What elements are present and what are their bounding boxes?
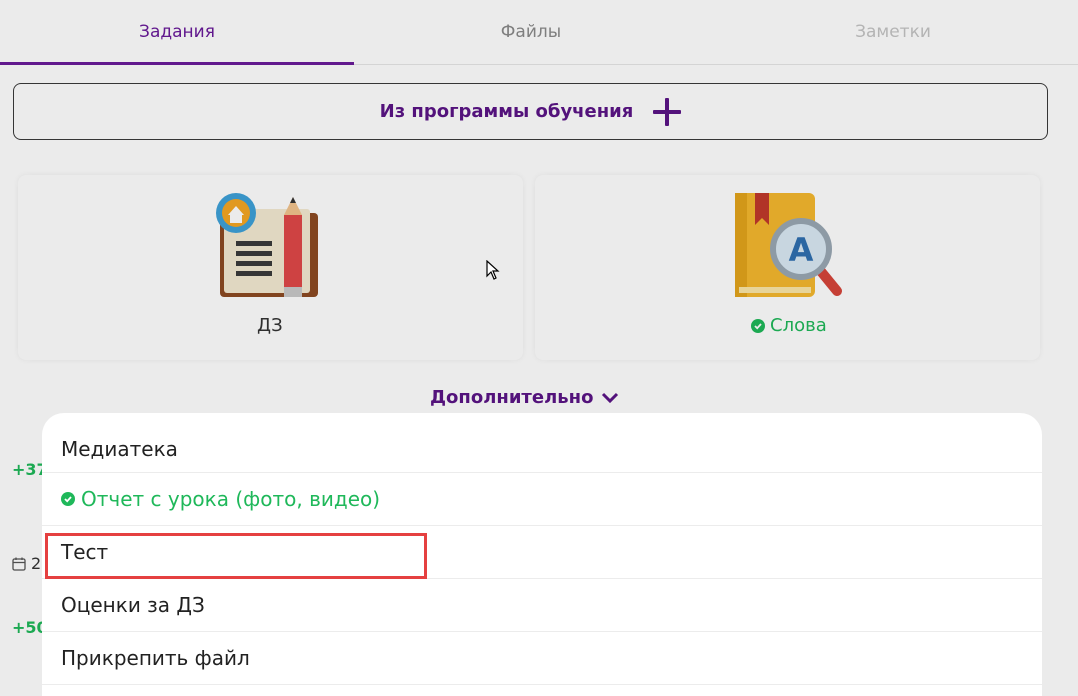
menu-item-label: Прикрепить файл: [61, 646, 250, 670]
mouse-cursor-icon: [486, 260, 500, 280]
menu-item-test[interactable]: Тест: [42, 526, 1042, 579]
menu-item-label: Тест: [61, 540, 109, 564]
menu-item-label: Оценки за ДЗ: [61, 593, 205, 617]
check-circle-icon: [61, 492, 75, 506]
lesson-page: Задания Файлы Заметки Из программы обуче…: [0, 0, 1078, 696]
additional-menu-sheet: Медиатека Отчет с урока (фото, видео) Те…: [42, 413, 1042, 696]
menu-item-media-library[interactable]: Медиатека: [42, 413, 1042, 473]
menu-item-lesson-report[interactable]: Отчет с урока (фото, видео): [42, 473, 1042, 526]
menu-item-label: Медиатека: [61, 436, 178, 461]
menu-item-label: Отчет с урока (фото, видео): [81, 487, 381, 511]
menu-item-homework-grades[interactable]: Оценки за ДЗ: [42, 579, 1042, 632]
menu-item-attach-file[interactable]: Прикрепить файл: [42, 632, 1042, 685]
